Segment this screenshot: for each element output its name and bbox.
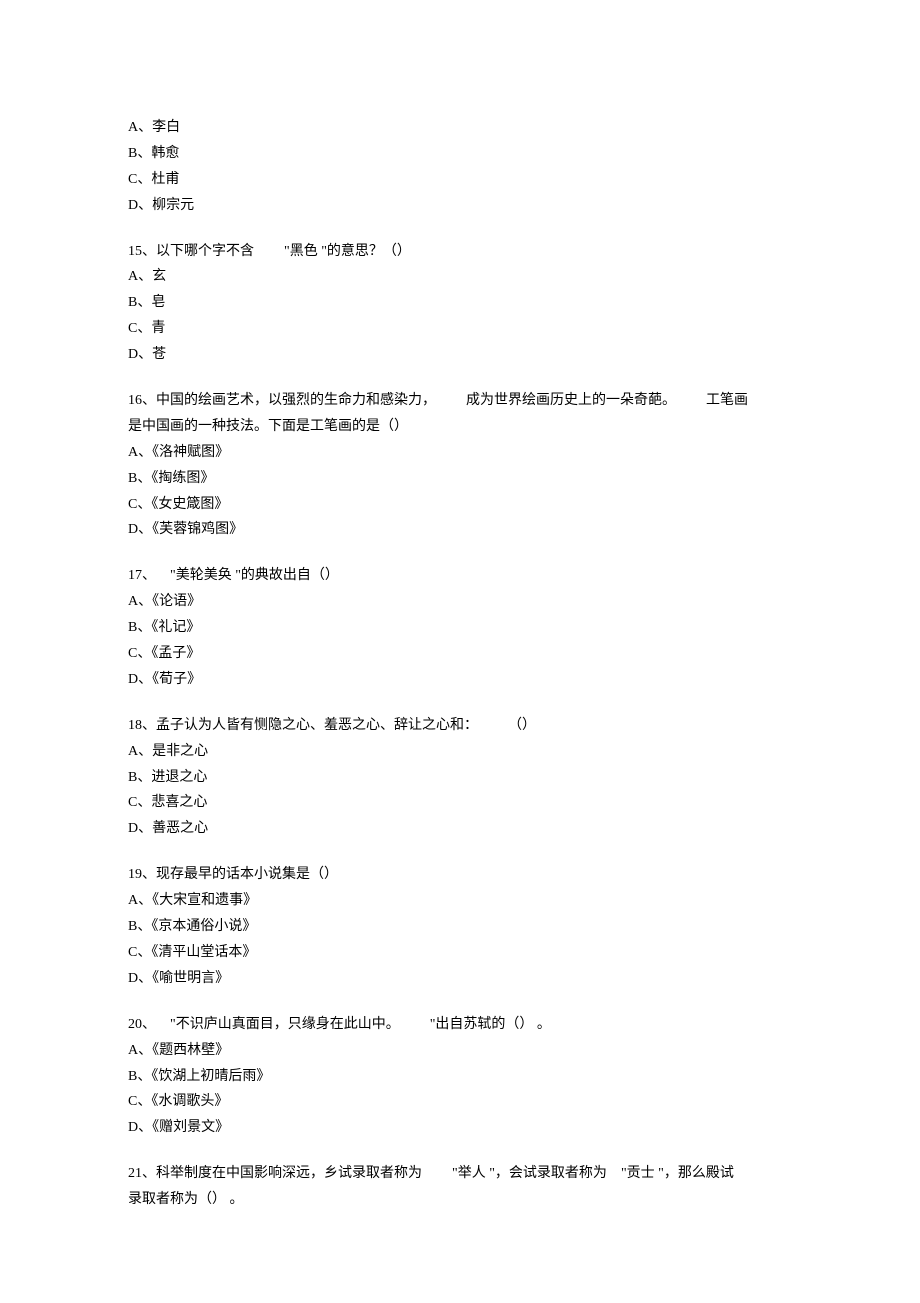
question-16: 16、中国的绘画艺术，以强烈的生命力和感染力，成为世界绘画历史上的一朵奇葩。工笔… [128, 388, 792, 543]
q18-seg1: 18、孟子认为人皆有恻隐之心、羞恶之心、辞让之心和： [128, 718, 508, 733]
option-17-b: B、《礼记》 [128, 615, 792, 641]
option-20-b: B、《饮湖上初晴后雨》 [128, 1064, 792, 1090]
q16-seg3: 工笔画 [706, 393, 748, 408]
q16-seg4: 是中国画的一种技法。下面是工笔画的是（） [128, 419, 408, 434]
option-15-b: B、皂 [128, 290, 792, 316]
q20-seg3: "出自苏轼的（） 。 [430, 1017, 551, 1032]
option-18-a: A、是非之心 [128, 739, 792, 765]
option-19-c: C、《清平山堂话本》 [128, 940, 792, 966]
option-16-b: B、《掏练图》 [128, 466, 792, 492]
option-17-d: D、《荀子》 [128, 667, 792, 693]
q18-seg2: （） [508, 718, 536, 733]
q16-seg1: 16、中国的绘画艺术，以强烈的生命力和感染力， [128, 393, 466, 408]
option-20-c: C、《水调歌头》 [128, 1089, 792, 1115]
question-20: 20、"不识庐山真面目，只缘身在此山中。"出自苏轼的（） 。 A、《题西林壁》 … [128, 1012, 792, 1141]
q17-seg2: "美轮美奂 "的典故出自（） [170, 568, 339, 583]
option-15-c: C、青 [128, 316, 792, 342]
q21-seg2: "举人 "，会试录取者称为 [452, 1166, 621, 1181]
option-14-b: B、韩愈 [128, 141, 792, 167]
option-16-c: C、《女史箴图》 [128, 492, 792, 518]
question-15: 15、以下哪个字不含"黑色 "的意思？（） A、玄 B、皂 C、青 D、苍 [128, 239, 792, 368]
option-19-b: B、《京本通俗小说》 [128, 914, 792, 940]
q16-seg2: 成为世界绘画历史上的一朵奇葩。 [466, 393, 706, 408]
option-18-b: B、进退之心 [128, 765, 792, 791]
q21-seg1: 21、科举制度在中国影响深远，乡试录取者称为 [128, 1166, 452, 1181]
question-18-stem: 18、孟子认为人皆有恻隐之心、羞恶之心、辞让之心和：（） [128, 713, 792, 739]
q15-seg1: 15、以下哪个字不含 [128, 244, 284, 259]
option-14-a: A、李白 [128, 115, 792, 141]
question-19-stem: 19、现存最早的话本小说集是（） [128, 862, 792, 888]
question-14-partial: A、李白 B、韩愈 C、杜甫 D、柳宗元 [128, 115, 792, 219]
option-16-a: A、《洛神赋图》 [128, 440, 792, 466]
option-15-a: A、玄 [128, 264, 792, 290]
question-20-stem: 20、"不识庐山真面目，只缘身在此山中。"出自苏轼的（） 。 [128, 1012, 792, 1038]
question-15-stem: 15、以下哪个字不含"黑色 "的意思？（） [128, 239, 792, 265]
q17-seg1: 17、 [128, 568, 170, 583]
option-18-d: D、善恶之心 [128, 816, 792, 842]
q20-seg2: "不识庐山真面目，只缘身在此山中。 [170, 1017, 430, 1032]
option-20-d: D、《赠刘景文》 [128, 1115, 792, 1141]
question-17-stem: 17、"美轮美奂 "的典故出自（） [128, 563, 792, 589]
question-18: 18、孟子认为人皆有恻隐之心、羞恶之心、辞让之心和：（） A、是非之心 B、进退… [128, 713, 792, 842]
q15-seg2: "黑色 "的意思？（） [284, 244, 411, 259]
q21-seg4: 录取者称为（） 。 [128, 1192, 244, 1207]
option-20-a: A、《题西林壁》 [128, 1038, 792, 1064]
option-19-a: A、《大宋宣和遗事》 [128, 888, 792, 914]
option-14-d: D、柳宗元 [128, 193, 792, 219]
option-16-d: D、《芙蓉锦鸡图》 [128, 517, 792, 543]
question-17: 17、"美轮美奂 "的典故出自（） A、《论语》 B、《礼记》 C、《孟子》 D… [128, 563, 792, 692]
question-21: 21、科举制度在中国影响深远，乡试录取者称为"举人 "，会试录取者称为"贡士 "… [128, 1161, 792, 1213]
option-14-c: C、杜甫 [128, 167, 792, 193]
option-17-c: C、《孟子》 [128, 641, 792, 667]
question-19: 19、现存最早的话本小说集是（） A、《大宋宣和遗事》 B、《京本通俗小说》 C… [128, 862, 792, 991]
option-15-d: D、苍 [128, 342, 792, 368]
option-19-d: D、《喻世明言》 [128, 966, 792, 992]
question-16-stem: 16、中国的绘画艺术，以强烈的生命力和感染力，成为世界绘画历史上的一朵奇葩。工笔… [128, 388, 792, 440]
q21-seg3: "贡士 "，那么殿试 [621, 1166, 734, 1181]
option-17-a: A、《论语》 [128, 589, 792, 615]
q20-seg1: 20、 [128, 1017, 170, 1032]
question-21-stem: 21、科举制度在中国影响深远，乡试录取者称为"举人 "，会试录取者称为"贡士 "… [128, 1161, 792, 1213]
option-18-c: C、悲喜之心 [128, 790, 792, 816]
